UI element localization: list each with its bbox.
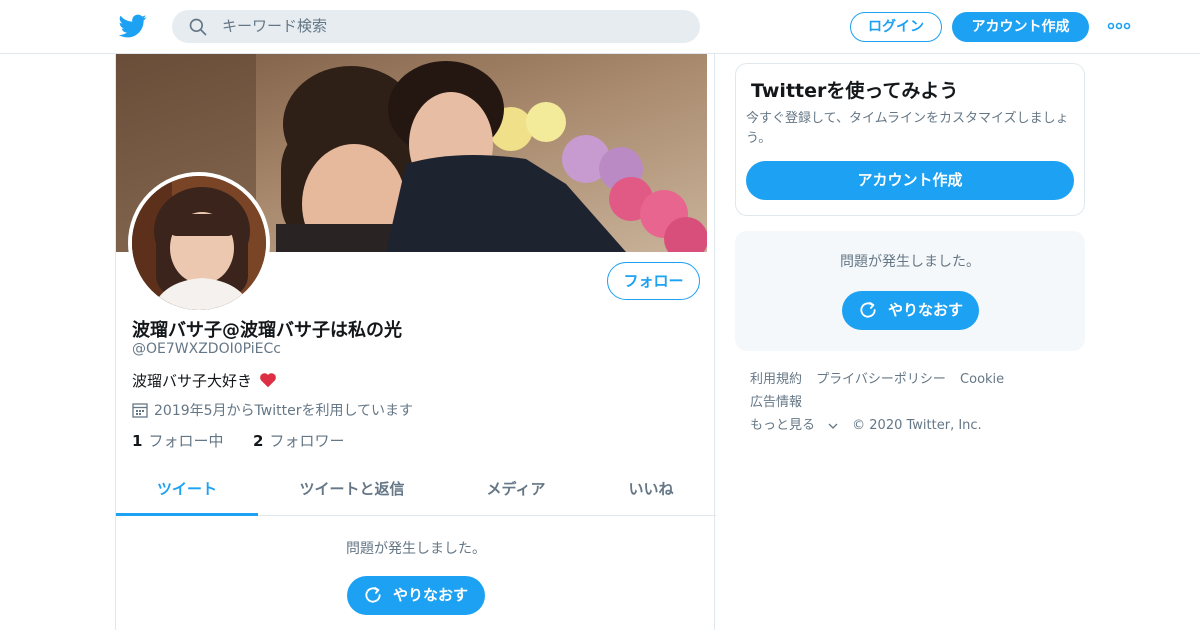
refresh-icon [365, 587, 381, 603]
retry-label: やりなおす [888, 301, 964, 319]
sidebar-error-message: 問題が発生しました。 [840, 254, 980, 270]
following-label: フォロー中 [148, 432, 224, 450]
footer-link-ads-info[interactable]: 広告情報 [750, 395, 802, 410]
join-date-text: 2019年5月からTwitterを利用しています [154, 403, 414, 419]
tab-tweets-and-replies[interactable]: ツイートと返信 [276, 466, 428, 516]
red-heart-icon [259, 373, 276, 388]
profile-column: フォロー 波瑠バサ子@波瑠バサ子は私の光 @OE7WXZDOI0PiECc 波瑠… [115, 54, 716, 630]
profile-bio: 波瑠バサ子大好き [132, 370, 277, 391]
search-input[interactable] [222, 10, 682, 43]
timeline-error-message: 問題が発生しました。 [346, 541, 486, 557]
profile-join-date: 2019年5月からTwitterを利用しています [132, 400, 413, 420]
signup-prompt-card: Twitterを使ってみよう 今すぐ登録して、タイムラインをカスタマイズしましょ… [735, 63, 1085, 216]
twitter-bird-logo-icon[interactable] [119, 12, 147, 40]
retry-label: やりなおす [393, 586, 469, 604]
footer-link-terms[interactable]: 利用規約 [750, 372, 802, 387]
following-count: 1 [132, 432, 143, 450]
profile-display-name: 波瑠バサ子@波瑠バサ子は私の光 [132, 320, 402, 341]
profile-handle[interactable]: @OE7WXZDOI0PiECc [132, 341, 281, 357]
search-icon [189, 18, 207, 36]
followers-count: 2 [253, 432, 264, 450]
top-navigation-bar: ログイン アカウント作成 [0, 0, 1200, 54]
footer-link-privacy[interactable]: プライバシーポリシー [816, 372, 946, 387]
footer-link-cookie[interactable]: Cookie [960, 372, 1004, 387]
sidebar-retry-button[interactable]: やりなおす [842, 291, 979, 330]
bio-text: 波瑠バサ子大好き [132, 372, 253, 390]
login-button[interactable]: ログイン [850, 12, 942, 42]
followers-label: フォロワー [269, 432, 345, 450]
footer-copyright: © 2020 Twitter, Inc. [852, 418, 982, 433]
search-box[interactable] [172, 10, 700, 43]
sidebar-footer: 利用規約 プライバシーポリシー Cookie 広告情報 もっと見る © 2020… [750, 368, 1080, 437]
tab-likes[interactable]: いいね [606, 466, 696, 516]
footer-link-more[interactable]: もっと見る [750, 418, 838, 433]
signup-card-button[interactable]: アカウント作成 [746, 161, 1074, 200]
following-stat[interactable]: 1 フォロー中 [132, 432, 223, 450]
chevron-down-icon [828, 423, 838, 429]
more-options-icon[interactable] [1107, 20, 1131, 32]
refresh-icon [860, 302, 876, 318]
tab-tweets[interactable]: ツイート [116, 466, 258, 516]
signup-button[interactable]: アカウント作成 [952, 12, 1089, 42]
profile-avatar[interactable] [128, 172, 270, 314]
avatar-image [132, 176, 266, 310]
sidebar-error-card: 問題が発生しました。 やりなおす [735, 231, 1085, 351]
profile-tabs: ツイート ツイートと返信 メディア いいね [116, 466, 716, 516]
timeline-retry-button[interactable]: やりなおす [347, 576, 485, 615]
signup-card-title: Twitterを使ってみよう [751, 80, 959, 102]
followers-stat[interactable]: 2 フォロワー [253, 432, 344, 450]
more-label: もっと見る [750, 418, 816, 433]
calendar-icon [132, 403, 148, 418]
signup-card-description: 今すぐ登録して、タイムラインをカスタマイズしましょう。 [746, 111, 1069, 146]
profile-stats: 1 フォロー中 2 フォロワー [132, 430, 344, 451]
follow-button[interactable]: フォロー [607, 262, 700, 300]
tab-media[interactable]: メディア [466, 466, 566, 516]
